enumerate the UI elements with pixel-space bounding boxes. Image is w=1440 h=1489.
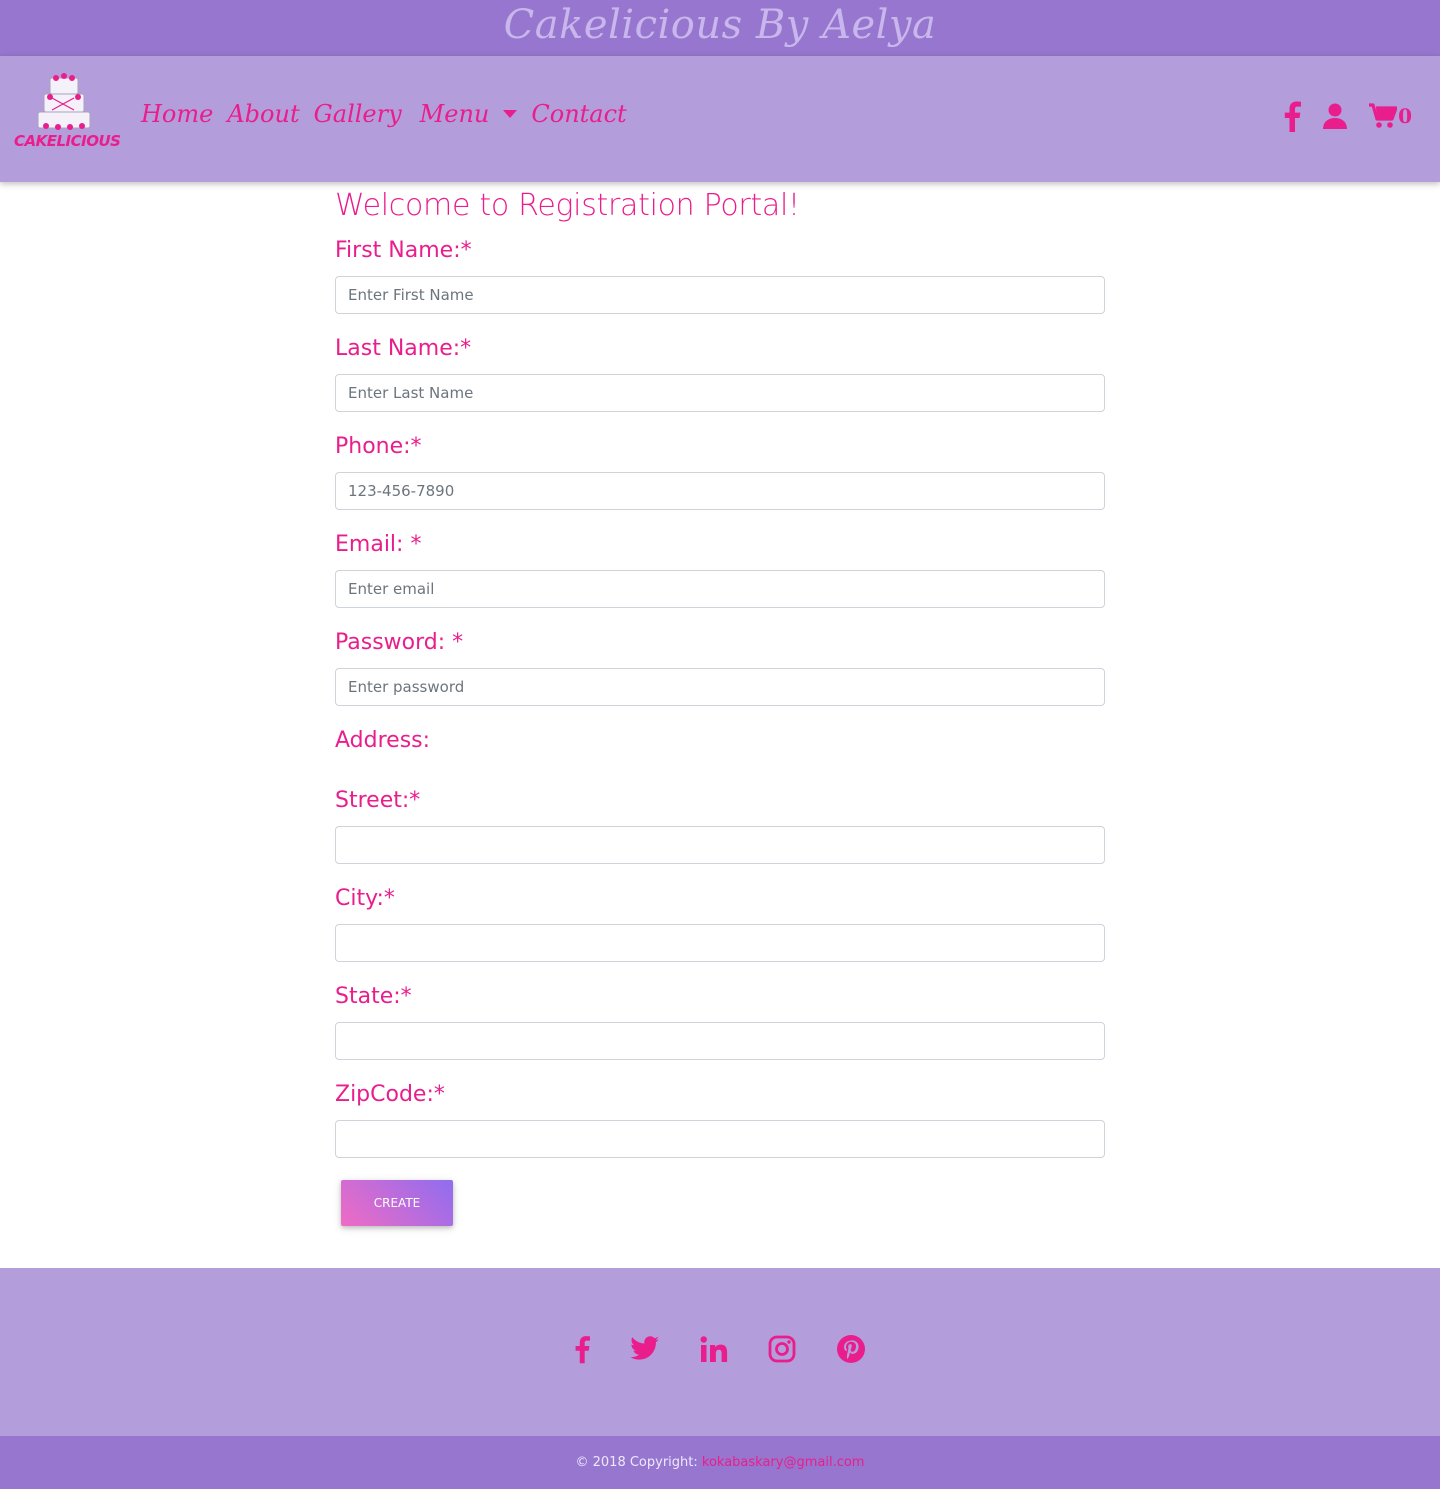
first-name-label: First Name:* xyxy=(335,238,472,263)
nav-menu-label: Menu xyxy=(419,100,490,128)
nav-about-link[interactable]: About xyxy=(227,100,299,128)
zipcode-input[interactable] xyxy=(335,1120,1105,1158)
state-input[interactable] xyxy=(335,1022,1105,1060)
chevron-down-icon xyxy=(503,110,518,118)
facebook-icon[interactable] xyxy=(1283,100,1302,132)
shopping-cart-icon xyxy=(1369,103,1398,128)
last-name-input[interactable] xyxy=(335,374,1105,412)
nav-home-link[interactable]: Home xyxy=(141,100,213,128)
street-input[interactable] xyxy=(335,826,1105,864)
facebook-icon[interactable] xyxy=(574,1334,590,1364)
linkedin-icon[interactable] xyxy=(700,1336,728,1362)
city-label: City:* xyxy=(335,886,395,911)
city-input[interactable] xyxy=(335,924,1105,962)
user-icon[interactable] xyxy=(1323,103,1348,129)
last-name-label: Last Name:* xyxy=(335,336,472,361)
create-account-button[interactable]: CREATE xyxy=(341,1180,453,1226)
password-label: Password: * xyxy=(335,630,464,655)
zipcode-label: ZipCode:* xyxy=(335,1082,445,1107)
footer xyxy=(0,1268,1440,1436)
pinterest-icon[interactable] xyxy=(836,1334,866,1364)
instagram-icon[interactable] xyxy=(768,1335,796,1363)
main-nav: Home About Gallery Menu Contact xyxy=(141,100,641,128)
nav-contact-link[interactable]: Contact xyxy=(531,100,626,128)
site-logo[interactable]: CAKELICIOUS xyxy=(14,70,121,170)
logo-wordmark: CAKELICIOUS xyxy=(14,132,121,150)
phone-label: Phone:* xyxy=(335,434,422,459)
email-label: Email: * xyxy=(335,532,422,557)
nav-gallery-link[interactable]: Gallery xyxy=(314,100,402,128)
registration-form: Welcome to Registration Portal! First Na… xyxy=(335,186,1105,1226)
site-banner: Cakelicious By Aelya xyxy=(0,0,1440,56)
first-name-input[interactable] xyxy=(335,276,1105,314)
cart-count-badge: 0 xyxy=(1398,104,1412,128)
social-links xyxy=(0,1334,1440,1364)
password-input[interactable] xyxy=(335,668,1105,706)
address-heading: Address: xyxy=(335,728,431,753)
phone-input[interactable] xyxy=(335,472,1105,510)
page-title: Welcome to Registration Portal! xyxy=(335,188,800,223)
navbar: CAKELICIOUS Home About Gallery Menu Cont… xyxy=(0,56,1440,182)
email-input[interactable] xyxy=(335,570,1105,608)
site-title: Cakelicious By Aelya xyxy=(503,2,937,48)
copyright-text: © 2018 Copyright: xyxy=(575,1455,698,1470)
nav-actions: 0 xyxy=(1261,100,1412,132)
twitter-icon[interactable] xyxy=(630,1336,660,1362)
cake-logo-icon xyxy=(37,73,91,130)
nav-menu-dropdown[interactable]: Menu xyxy=(420,100,518,128)
cart-button[interactable]: 0 xyxy=(1369,103,1412,129)
state-label: State:* xyxy=(335,984,412,1009)
street-label: Street:* xyxy=(335,788,421,813)
copyright-bar: © 2018 Copyright: kokabaskary@gmail.com xyxy=(0,1436,1440,1489)
contact-email-link[interactable]: kokabaskary@gmail.com xyxy=(702,1455,865,1470)
